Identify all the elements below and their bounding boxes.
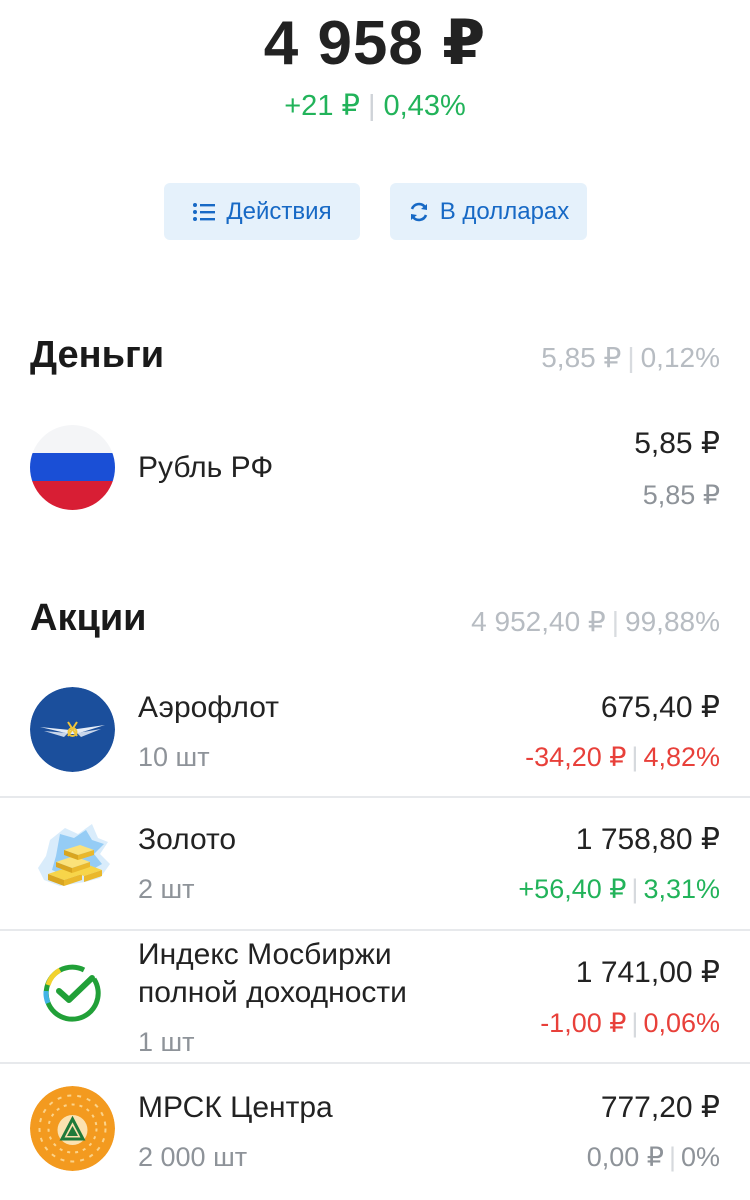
separator: | [631, 874, 639, 904]
separator: | [627, 342, 635, 373]
asset-value: 675,40 ₽ [600, 691, 720, 724]
sber-logo-icon [30, 945, 115, 1030]
money-section-summary: 5,85 ₽ | 0,12% [541, 341, 720, 374]
money-summary-abs: 5,85 ₽ [541, 342, 622, 373]
asset-name-line1: Индекс Мосбиржи [138, 938, 392, 971]
portfolio-change: +21 ₽ | 0,43% [0, 88, 750, 123]
asset-name: Золото [138, 823, 237, 856]
separator: | [631, 1008, 639, 1038]
stocks-summary-pct: 99,88% [625, 606, 720, 637]
money-item-rub[interactable]: Рубль РФ 5,85 ₽ 5,85 ₽ [0, 400, 750, 540]
usd-toggle-label: В долларах [439, 197, 570, 225]
asset-value: 1 758,80 ₽ [575, 823, 720, 856]
mrsk-logo-icon [30, 1086, 115, 1171]
asset-sub-value: 5,85 ₽ [642, 480, 720, 510]
asset-name: Рубль РФ [138, 451, 274, 484]
money-section-title: Деньги [30, 334, 165, 376]
asset-delta: -1,00 ₽ | 0,06% [540, 1008, 720, 1039]
separator: | [611, 606, 620, 637]
asset-delta: +56,40 ₽ | 3,31% [518, 874, 720, 905]
actions-button-label: Действия [226, 197, 332, 225]
asset-qty: 2 000 шт [138, 1142, 248, 1172]
asset-delta-pct: 0% [680, 1142, 720, 1172]
aeroflot-logo-icon [30, 687, 115, 772]
money-summary-pct: 0,12% [640, 342, 720, 373]
asset-value: 777,20 ₽ [600, 1091, 720, 1124]
asset-delta-abs: -34,20 ₽ [525, 742, 627, 772]
portfolio-change-pct: 0,43% [383, 90, 466, 122]
asset-delta-pct: 0,06% [643, 1008, 720, 1038]
portfolio-total: 4 958 ₽ [263, 9, 487, 78]
asset-name: Аэрофлот [138, 691, 279, 724]
stock-item-gold[interactable]: Золото 2 шт 1 758,80 ₽ +56,40 ₽ | 3,31% [0, 798, 750, 928]
refresh-icon [408, 201, 430, 223]
asset-qty: 10 шт [138, 742, 210, 772]
usd-toggle-button[interactable]: В долларах [390, 183, 587, 240]
gold-bars-icon [30, 820, 115, 905]
actions-button[interactable]: Действия [164, 183, 360, 240]
asset-name: МРСК Центра [138, 1091, 333, 1124]
asset-name-line2: полной доходности [138, 976, 407, 1009]
separator: | [668, 1142, 676, 1172]
stocks-summary-abs: 4 952,40 ₽ [471, 606, 606, 637]
asset-delta-abs: +56,40 ₽ [518, 874, 627, 904]
asset-value: 5,85 ₽ [634, 427, 720, 460]
asset-value: 1 741,00 ₽ [575, 956, 720, 989]
asset-delta: 0,00 ₽ | 0% [587, 1142, 720, 1173]
asset-delta-pct: 4,82% [643, 742, 720, 772]
russian-flag-icon [30, 425, 115, 510]
portfolio-change-abs: +21 ₽ [284, 90, 360, 122]
stocks-section-summary: 4 952,40 ₽ | 99,88% [471, 605, 720, 638]
separator: | [631, 742, 639, 772]
asset-qty: 1 шт [138, 1027, 195, 1057]
list-icon [192, 202, 216, 222]
asset-delta-pct: 3,31% [643, 874, 720, 904]
stock-item-moex-index[interactable]: Индекс Мосбиржи полной доходности 1 шт 1… [0, 931, 750, 1061]
stocks-section-title: Акции [30, 597, 147, 639]
asset-delta-abs: 0,00 ₽ [586, 1142, 664, 1172]
separator: | [367, 90, 376, 122]
asset-qty: 2 шт [138, 874, 195, 904]
asset-delta-abs: -1,00 ₽ [540, 1008, 627, 1038]
stock-item-mrsk[interactable]: МРСК Центра 2 000 шт 777,20 ₽ 0,00 ₽ | 0% [0, 1064, 750, 1200]
stock-item-aeroflot[interactable]: Аэрофлот 10 шт 675,40 ₽ -34,20 ₽ | 4,82% [0, 670, 750, 795]
asset-delta: -34,20 ₽ | 4,82% [525, 742, 720, 773]
